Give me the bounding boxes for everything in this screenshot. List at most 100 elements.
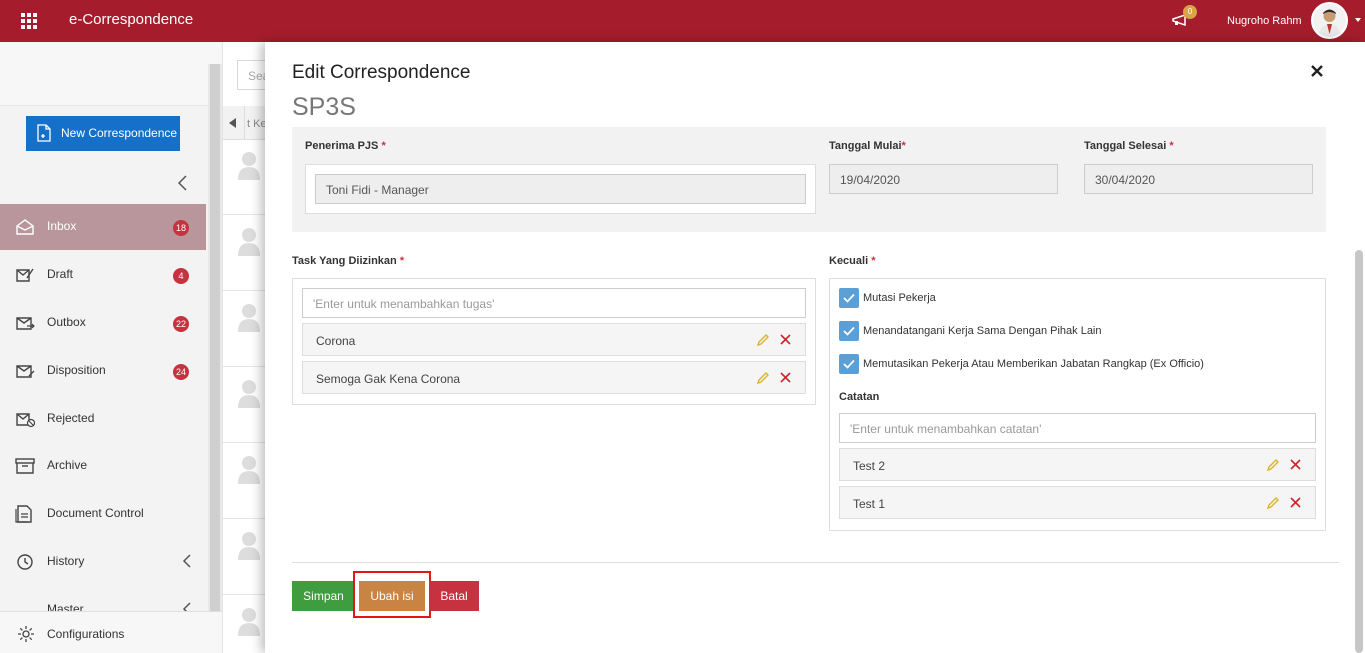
- person-placeholder-icon: [238, 152, 260, 180]
- delete-icon[interactable]: [1289, 458, 1302, 471]
- sidebar-item-label: History: [47, 554, 85, 568]
- history-expand-chevron-icon[interactable]: [181, 554, 193, 568]
- task-entry: Semoga Gak Kena Corona: [302, 361, 806, 394]
- outbox-icon: [16, 317, 35, 330]
- new-document-icon: [37, 124, 51, 142]
- close-icon[interactable]: [1310, 64, 1324, 78]
- cancel-button[interactable]: Batal: [429, 581, 479, 611]
- tanggal-mulai-label: Tanggal Mulai*: [829, 140, 906, 152]
- apps-grid-icon[interactable]: [21, 13, 37, 29]
- pencil-icon[interactable]: [756, 333, 770, 347]
- required-mark: *: [399, 255, 405, 267]
- save-button[interactable]: Simpan: [292, 581, 355, 611]
- task-container: 'Enter untuk menambahkan tugas' Corona S…: [292, 278, 816, 405]
- sidebar-item-outbox[interactable]: Outbox 22: [0, 300, 206, 346]
- person-placeholder-icon: [238, 304, 260, 332]
- sidebar-item-history[interactable]: History: [0, 539, 206, 585]
- pjs-panel: Penerima PJS * Toni Fidi - Manager Tangg…: [292, 127, 1326, 232]
- sidebar-item-label: Document Control: [47, 506, 144, 520]
- archive-icon: [15, 458, 35, 474]
- checkbox-checked[interactable]: [839, 354, 859, 374]
- modal-subtitle: SP3S: [292, 93, 356, 121]
- sidebar-item-inbox[interactable]: Inbox 18: [0, 204, 206, 250]
- kecuali-label: Kecuali *: [829, 255, 876, 267]
- gear-icon: [18, 626, 34, 642]
- pencil-icon[interactable]: [756, 371, 770, 385]
- configurations-label: Configurations: [47, 627, 125, 641]
- edit-correspondence-modal: Edit Correspondence SP3S Penerima PJS * …: [265, 42, 1365, 653]
- kecuali-option-label: Mutasi Pekerja: [863, 292, 936, 304]
- note-text: Test 2: [853, 459, 886, 473]
- checkbox-checked[interactable]: [839, 288, 859, 308]
- notification-count-badge: 0: [1183, 5, 1197, 19]
- required-mark: *: [901, 140, 906, 152]
- master-expand-chevron-icon[interactable]: [181, 602, 193, 611]
- penerima-pjs-label: Penerima PJS *: [305, 140, 386, 152]
- task-input[interactable]: 'Enter untuk menambahkan tugas': [302, 288, 806, 318]
- new-correspondence-label: New Correspondence: [61, 126, 178, 140]
- task-text: Semoga Gak Kena Corona: [316, 372, 461, 386]
- tanggal-selesai-label: Tanggal Selesai *: [1084, 140, 1174, 152]
- required-mark: *: [381, 140, 386, 152]
- user-avatar[interactable]: [1311, 2, 1348, 39]
- task-text: Corona: [316, 334, 356, 348]
- sidebar-item-draft[interactable]: Draft 4: [0, 252, 206, 298]
- checkbox-checked[interactable]: [839, 321, 859, 341]
- rejected-icon: [16, 413, 35, 428]
- catatan-label: Catatan: [839, 391, 880, 403]
- catatan-input[interactable]: 'Enter untuk menambahkan catatan': [839, 413, 1316, 443]
- sidebar-scrollbar-thumb[interactable]: [210, 64, 220, 611]
- task-label: Task Yang Diizinkan *: [292, 255, 405, 267]
- document-control-icon: [15, 505, 32, 523]
- sidebar-item-master[interactable]: Master: [0, 587, 206, 611]
- person-placeholder-icon: [238, 380, 260, 408]
- scroll-left-arrow-icon[interactable]: [229, 118, 236, 128]
- check-icon: [843, 326, 855, 336]
- person-placeholder-icon: [238, 608, 260, 636]
- outbox-count-badge: 22: [173, 316, 190, 332]
- collapse-sidebar-chevron-icon[interactable]: [176, 175, 190, 191]
- pencil-icon[interactable]: [1266, 496, 1280, 510]
- required-mark: *: [1169, 140, 1174, 152]
- delete-icon[interactable]: [779, 333, 792, 346]
- sidebar-scrollbar[interactable]: [208, 64, 222, 611]
- modal-scrollbar[interactable]: [1355, 250, 1363, 653]
- sidebar-item-archive[interactable]: Archive: [0, 443, 206, 489]
- disposition-count-badge: 24: [173, 364, 190, 380]
- tanggal-mulai-field[interactable]: 19/04/2020: [829, 164, 1058, 194]
- modal-title: Edit Correspondence: [292, 62, 471, 83]
- edit-button[interactable]: Ubah isi: [359, 581, 425, 611]
- draft-icon: [16, 268, 34, 282]
- top-bar: e-Correspondence 0 Nugroho Rahm: [0, 0, 1365, 42]
- app-title: e-Correspondence: [69, 11, 194, 28]
- sidebar-item-label: Archive: [47, 458, 88, 472]
- check-icon: [843, 359, 855, 369]
- person-placeholder-icon: [238, 228, 260, 256]
- tanggal-selesai-field[interactable]: 30/04/2020: [1084, 164, 1313, 194]
- note-text: Test 1: [853, 497, 886, 511]
- penerima-pjs-container: Toni Fidi - Manager: [305, 164, 816, 214]
- pencil-icon[interactable]: [1266, 458, 1280, 472]
- sidebar-item-disposition[interactable]: Disposition 24: [0, 348, 206, 394]
- footer-divider: [292, 562, 1339, 563]
- sidebar-item-label: Draft: [47, 267, 74, 281]
- person-placeholder-icon: [238, 456, 260, 484]
- user-menu-caret-icon[interactable]: [1355, 18, 1361, 22]
- note-entry: Test 2: [839, 448, 1316, 481]
- sidebar-item-label: Outbox: [47, 315, 86, 329]
- disposition-icon: [16, 365, 35, 378]
- column-header: t Ke: [247, 118, 267, 130]
- column-separator: [244, 106, 245, 140]
- user-name[interactable]: Nugroho Rahm: [1227, 15, 1302, 27]
- sidebar-item-document-control[interactable]: Document Control: [0, 491, 206, 537]
- penerima-pjs-field[interactable]: Toni Fidi - Manager: [315, 174, 806, 204]
- new-correspondence-button[interactable]: New Correspondence: [26, 116, 180, 151]
- sidebar-item-configurations[interactable]: Configurations: [0, 611, 222, 653]
- delete-icon[interactable]: [1289, 496, 1302, 509]
- delete-icon[interactable]: [779, 371, 792, 384]
- sidebar-item-rejected[interactable]: Rejected: [0, 396, 206, 442]
- kecuali-container: Mutasi Pekerja Menandatangani Kerja Sama…: [829, 278, 1326, 531]
- sidebar-header: [0, 42, 222, 106]
- sidebar-item-label: Disposition: [47, 363, 106, 377]
- sidebar: New Correspondence Inbox 18 Draft 4 Outb…: [0, 42, 222, 653]
